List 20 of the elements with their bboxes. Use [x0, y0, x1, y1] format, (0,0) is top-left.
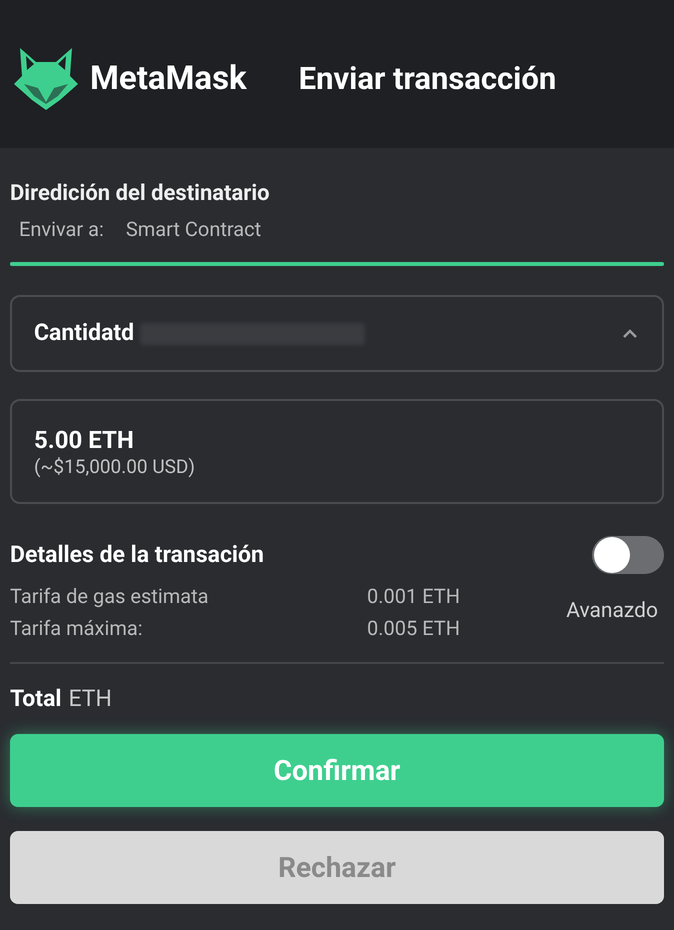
recipient-label: Envivar a: — [19, 216, 104, 242]
page-title: Enviar transacción — [298, 58, 556, 99]
recipient-value: Smart Contract — [126, 216, 262, 242]
amount-value: 5.00 ETH — [34, 424, 135, 454]
reject-button[interactable]: Rechazar — [10, 831, 664, 904]
amount-dropdown[interactable]: Cantidatd — [10, 295, 664, 372]
fee-label: Tarifa de gas estimata — [10, 583, 210, 610]
total-label: Total — [10, 684, 62, 714]
brand-name: MetaMask — [90, 58, 247, 100]
fee-value: 0.001 ETH — [366, 583, 460, 610]
fox-logo-icon — [14, 46, 78, 112]
advanced-toggle[interactable] — [592, 536, 664, 574]
section-heading: Diredición del destinatario — [10, 180, 271, 208]
total-value: ETH — [68, 684, 112, 714]
fee-label: Tarifa máxima: — [10, 615, 144, 642]
fiat-value: (~$15,000.00 USD) — [34, 454, 196, 478]
section-heading: Detalles de la transación — [10, 540, 264, 570]
confirm-button[interactable]: Confirmar — [10, 734, 664, 807]
fee-value: 0.005 ETH — [366, 615, 460, 642]
advanced-label: Avanazdo — [566, 598, 658, 626]
